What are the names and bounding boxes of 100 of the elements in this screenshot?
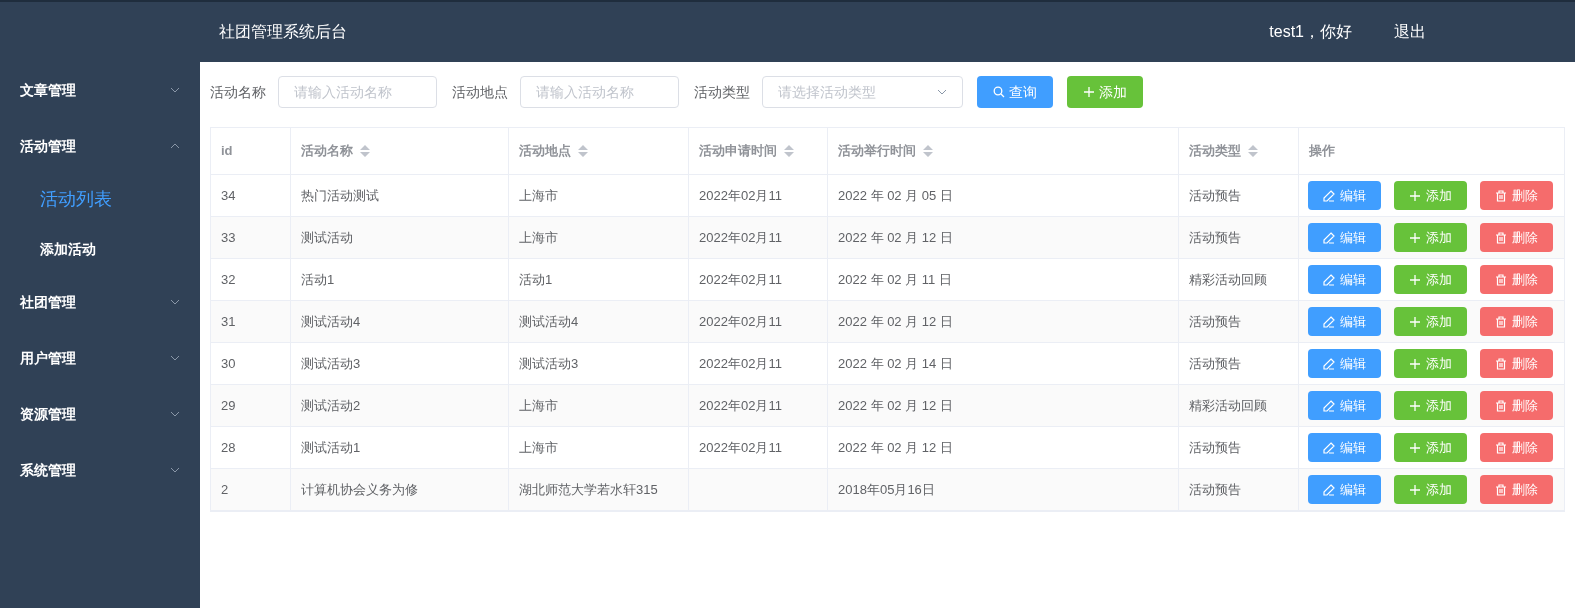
edit-button[interactable]: 编辑 [1308, 307, 1381, 336]
column-header: 活动类型 [1179, 128, 1299, 174]
table-cell: 精彩活动回顾 [1179, 259, 1299, 300]
edit-button[interactable]: 编辑 [1308, 265, 1381, 294]
table-cell: 2022 年 02 月 12 日 [828, 427, 1179, 468]
delete-button[interactable]: 删除 [1480, 475, 1553, 504]
sidebar-menu-item[interactable]: 用户管理 [0, 330, 200, 386]
trash-icon [1495, 357, 1507, 370]
add-button[interactable]: 添加 [1394, 349, 1467, 378]
table-cell: 32 [211, 259, 291, 300]
add-button[interactable]: 添加 [1394, 475, 1467, 504]
table-cell: 2022 年 02 月 12 日 [828, 385, 1179, 426]
edit-button[interactable]: 编辑 [1308, 433, 1381, 462]
edit-button[interactable]: 编辑 [1308, 349, 1381, 378]
column-header: 活动地点 [509, 128, 689, 174]
column-header: id [211, 128, 291, 174]
table-cell: 活动预告 [1179, 301, 1299, 342]
delete-button[interactable]: 删除 [1480, 307, 1553, 336]
table-cell: 2022年02月11 [689, 385, 828, 426]
table-cell: 测试活动 [291, 217, 509, 258]
table-cell: 活动预告 [1179, 427, 1299, 468]
table-cell: 活动1 [509, 259, 689, 300]
edit-button[interactable]: 编辑 [1308, 391, 1381, 420]
filter-input[interactable]: 请输入活动名称 [520, 76, 679, 108]
edit-button[interactable]: 编辑 [1308, 223, 1381, 252]
table-cell: 2022年02月11 [689, 259, 828, 300]
table-cell: 2022 年 02 月 14 日 [828, 343, 1179, 384]
table-cell: 活动1 [291, 259, 509, 300]
delete-button[interactable]: 删除 [1480, 433, 1553, 462]
delete-button[interactable]: 删除 [1480, 265, 1553, 294]
plus-icon [1409, 441, 1421, 454]
table-cell: 活动预告 [1179, 175, 1299, 216]
plus-icon [1409, 357, 1421, 370]
table-cell: 计算机协会义务为修 [291, 469, 509, 510]
sidebar-menu-item[interactable]: 文章管理 [0, 62, 200, 118]
chevron-down-icon [937, 89, 947, 95]
table-cell: 31 [211, 301, 291, 342]
column-header: 活动名称 [291, 128, 509, 174]
sidebar-menu-item[interactable]: 活动管理 [0, 118, 200, 174]
table-cell: 上海市 [509, 217, 689, 258]
table-cell: 2022 年 02 月 11 日 [828, 259, 1179, 300]
sort-icon[interactable] [578, 145, 588, 157]
add-button[interactable]: 添加 [1394, 433, 1467, 462]
delete-button[interactable]: 删除 [1480, 391, 1553, 420]
table-cell: 2022 年 02 月 12 日 [828, 217, 1179, 258]
add-button[interactable]: 添加 [1067, 76, 1143, 108]
plus-icon [1409, 315, 1421, 328]
delete-button[interactable]: 删除 [1480, 181, 1553, 210]
table-cell: 2022 年 02 月 12 日 [828, 301, 1179, 342]
table-cell: 湖北师范大学若水轩315 [509, 469, 689, 510]
add-button[interactable]: 添加 [1394, 391, 1467, 420]
delete-button[interactable]: 删除 [1480, 223, 1553, 252]
delete-button[interactable]: 删除 [1480, 349, 1553, 378]
trash-icon [1495, 189, 1507, 202]
pencil-icon [1323, 315, 1335, 328]
table-cell: 测试活动4 [509, 301, 689, 342]
sort-icon[interactable] [1248, 145, 1258, 157]
table-cell: 29 [211, 385, 291, 426]
column-header: 活动举行时间 [828, 128, 1179, 174]
trash-icon [1495, 399, 1507, 412]
add-button[interactable]: 添加 [1394, 223, 1467, 252]
search-button[interactable]: 查询 [977, 76, 1053, 108]
filter-label: 活动类型 [694, 82, 750, 102]
plus-icon [1409, 273, 1421, 286]
sort-icon[interactable] [784, 145, 794, 157]
user-greeting: test1，你好 [1269, 22, 1352, 42]
table-cell: 上海市 [509, 175, 689, 216]
table-cell: 2022年02月11 [689, 175, 828, 216]
pencil-icon [1323, 231, 1335, 244]
logout-link[interactable]: 退出 [1394, 20, 1426, 44]
sort-icon[interactable] [923, 145, 933, 157]
trash-icon [1495, 483, 1507, 496]
plus-icon [1083, 86, 1095, 98]
table-cell: 30 [211, 343, 291, 384]
sidebar-submenu-item[interactable]: 添加活动 [0, 224, 200, 274]
edit-button[interactable]: 编辑 [1308, 181, 1381, 210]
add-button[interactable]: 添加 [1394, 265, 1467, 294]
sidebar-submenu-item[interactable]: 活动列表 [0, 174, 200, 224]
sidebar-menu-item[interactable]: 资源管理 [0, 386, 200, 442]
table-cell: 2022年02月11 [689, 217, 828, 258]
edit-button[interactable]: 编辑 [1308, 475, 1381, 504]
filter-input[interactable]: 请输入活动名称 [278, 76, 437, 108]
sidebar-menu-item[interactable]: 系统管理 [0, 442, 200, 498]
table-cell: 2022年02月11 [689, 343, 828, 384]
add-button[interactable]: 添加 [1394, 307, 1467, 336]
table-cell: 2022年02月11 [689, 301, 828, 342]
trash-icon [1495, 273, 1507, 286]
table-cell: 测试活动3 [291, 343, 509, 384]
trash-icon [1495, 231, 1507, 244]
table-cell: 2018年05月16日 [828, 469, 1179, 510]
plus-icon [1409, 189, 1421, 202]
add-button[interactable]: 添加 [1394, 181, 1467, 210]
plus-icon [1409, 231, 1421, 244]
sidebar-menu-item[interactable]: 社团管理 [0, 274, 200, 330]
trash-icon [1495, 315, 1507, 328]
type-select[interactable]: 请选择活动类型 [762, 76, 963, 108]
table-cell: 33 [211, 217, 291, 258]
sort-icon[interactable] [360, 145, 370, 157]
table-cell: 2022年02月11 [689, 427, 828, 468]
trash-icon [1495, 441, 1507, 454]
